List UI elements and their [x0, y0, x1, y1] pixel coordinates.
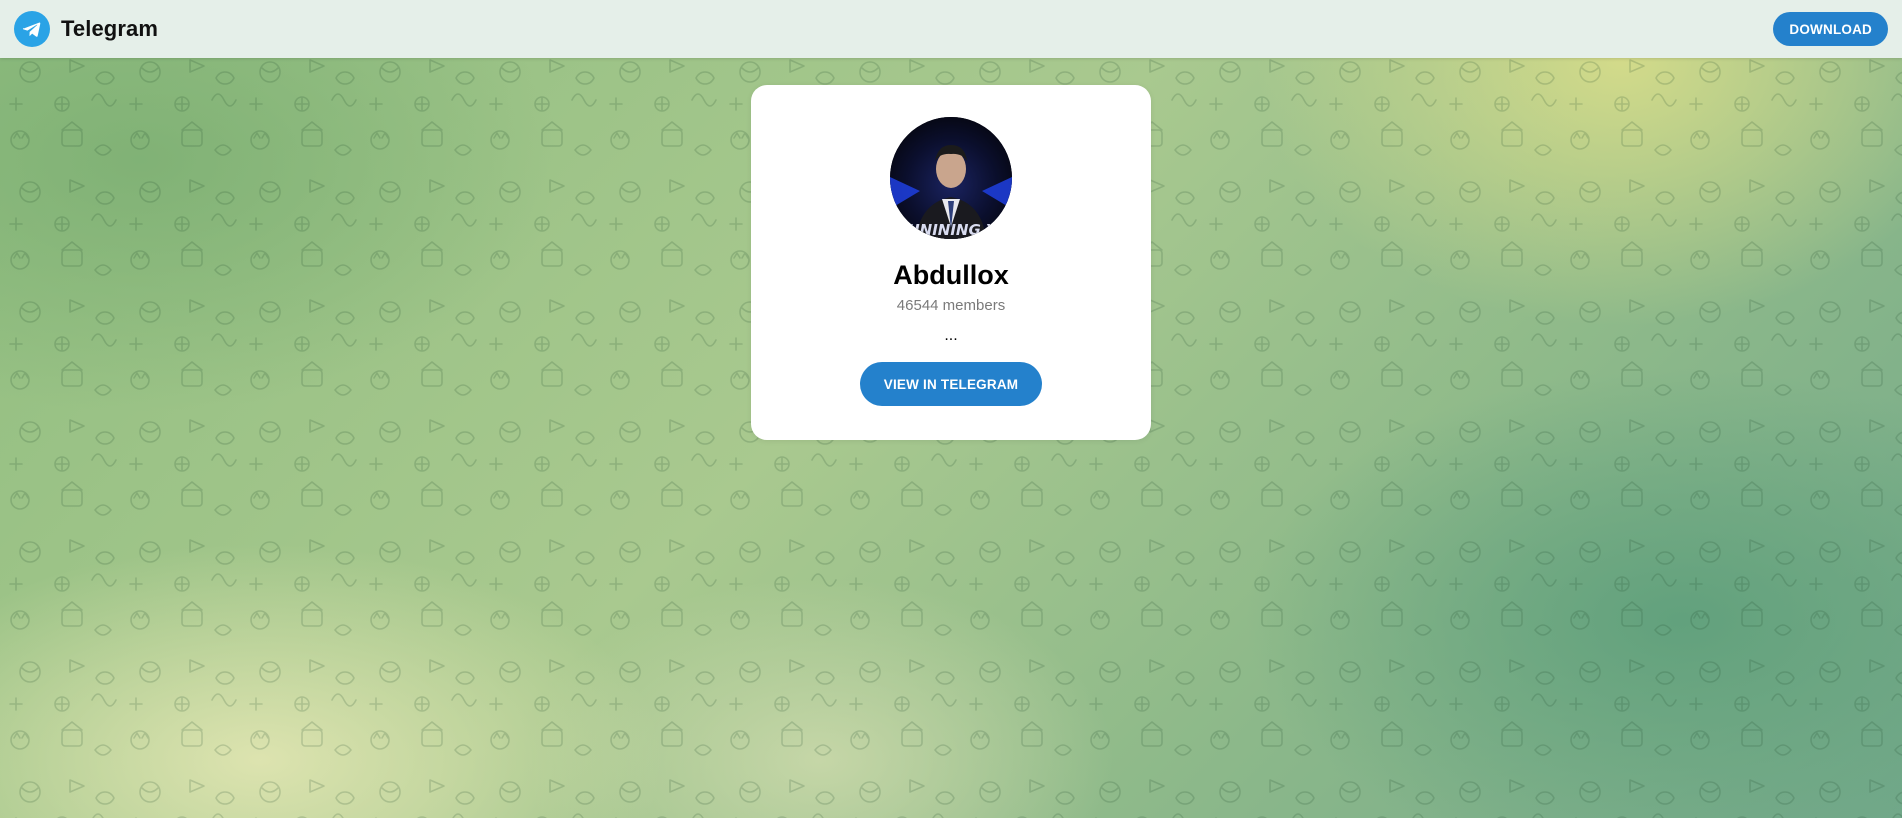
channel-card: HUNINING YA Abdullox 46544 members ... V…	[751, 85, 1151, 440]
brand-name: Telegram	[61, 16, 158, 41]
top-navigation-bar: Telegram DOWNLOAD	[0, 0, 1902, 58]
view-in-telegram-button[interactable]: VIEW IN TELEGRAM	[859, 362, 1043, 406]
telegram-brand-link[interactable]: Telegram	[14, 11, 158, 47]
telegram-logo-icon	[14, 11, 50, 47]
download-button[interactable]: DOWNLOAD	[1773, 12, 1888, 46]
channel-avatar: HUNINING YA	[890, 117, 1012, 239]
avatar-caption: HUNINING YA	[895, 221, 1007, 239]
channel-description: ...	[944, 327, 958, 344]
channel-title: Abdullox	[893, 260, 1009, 290]
member-count: 46544 members	[896, 297, 1006, 314]
